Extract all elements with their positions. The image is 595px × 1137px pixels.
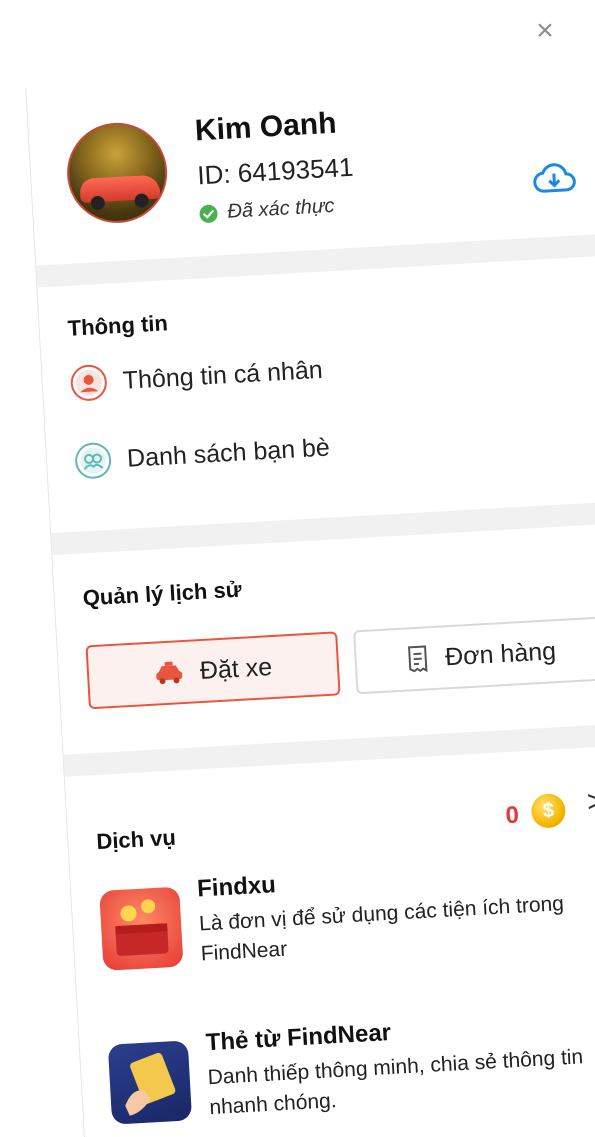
section-divider bbox=[51, 501, 595, 556]
tab-label: Đặt xe bbox=[199, 652, 273, 685]
avatar-wheel-rear bbox=[134, 193, 150, 208]
history-section-title: Quản lý lịch sử bbox=[82, 576, 243, 611]
avatar[interactable] bbox=[64, 120, 170, 226]
coin-count: 0 bbox=[504, 801, 520, 830]
drawer-stage: Kim Oanh ID: 64193541 Đã xác thực Thông … bbox=[22, 0, 595, 1137]
tab-label: Đơn hàng bbox=[444, 636, 557, 671]
profile-header: Kim Oanh ID: 64193541 Đã xác thực bbox=[26, 56, 595, 248]
receipt-icon bbox=[407, 645, 428, 673]
menu-item-label: Thông tin cá nhân bbox=[121, 355, 324, 395]
service-title: Thẻ từ FindNear bbox=[205, 1018, 392, 1057]
smart-card-icon bbox=[107, 1040, 193, 1125]
user-circle-icon bbox=[69, 363, 108, 402]
history-tab-orders[interactable]: Đơn hàng bbox=[353, 616, 595, 695]
service-item-nfc-card[interactable]: Thẻ từ FindNear Danh thiếp thông minh, c… bbox=[106, 985, 595, 1134]
taxi-icon bbox=[156, 661, 183, 685]
section-divider bbox=[63, 722, 595, 777]
verified-status: Đã xác thực bbox=[199, 195, 335, 226]
menu-item-label: Danh sách bạn bè bbox=[126, 432, 331, 473]
service-item-findxu[interactable]: Findxu Là đơn vị để sử dụng các tiện ích… bbox=[98, 837, 595, 986]
findxu-chevron-icon[interactable]: > bbox=[586, 785, 595, 820]
service-title: Findxu bbox=[196, 871, 277, 903]
coin-icon: $ bbox=[530, 792, 567, 829]
services-section-title: Dịch vụ bbox=[95, 824, 177, 855]
user-id: ID: 64193541 bbox=[196, 151, 355, 191]
drawer-panel: Kim Oanh ID: 64193541 Đã xác thực Thông … bbox=[25, 55, 595, 1137]
menu-item-personal-info[interactable]: Thông tin cá nhân bbox=[69, 352, 324, 402]
info-section-title: Thông tin bbox=[67, 310, 169, 341]
avatar-wheel-front bbox=[90, 195, 106, 211]
friends-icon bbox=[74, 441, 113, 480]
user-name: Kim Oanh bbox=[193, 106, 338, 148]
history-tab-ride-booking[interactable]: Đặt xe bbox=[85, 631, 341, 710]
verified-check-icon bbox=[199, 203, 219, 223]
cloud-download-icon[interactable] bbox=[531, 159, 577, 197]
menu-item-friends-list[interactable]: Danh sách bạn bè bbox=[74, 430, 331, 480]
verified-label: Đã xác thực bbox=[226, 194, 336, 223]
findxu-icon bbox=[99, 886, 184, 971]
